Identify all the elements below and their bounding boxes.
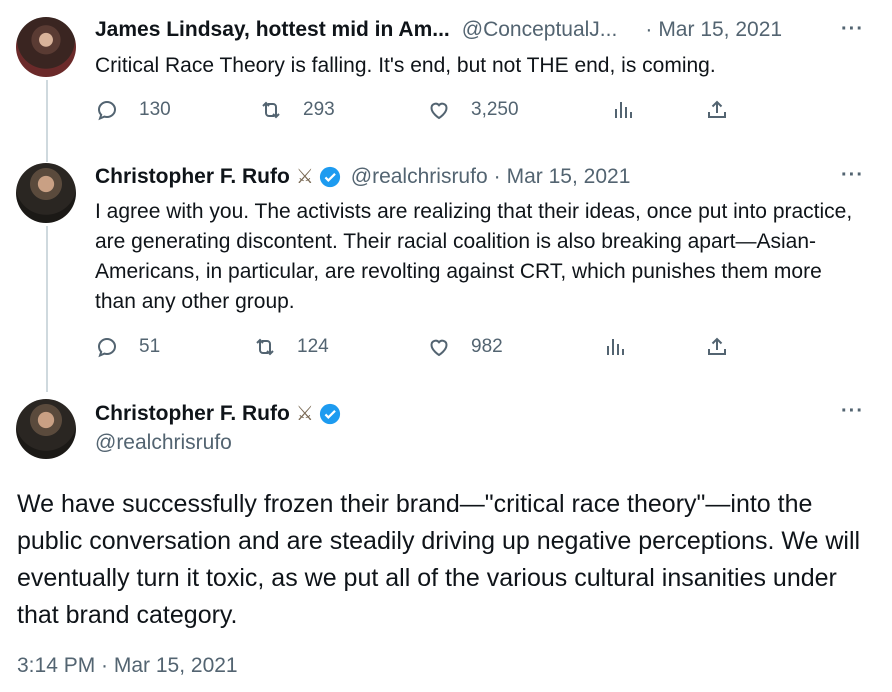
retweet-button[interactable]: 293 xyxy=(259,98,335,122)
retweet-count: 293 xyxy=(303,99,335,120)
author-name[interactable]: Christopher F. Rufo xyxy=(95,402,290,426)
author-handle[interactable]: @realchrisrufo xyxy=(351,165,488,189)
tweet-text: I agree with you. The activists are real… xyxy=(95,200,853,313)
views-icon xyxy=(615,102,632,118)
retweet-icon xyxy=(256,338,274,356)
retweet-button[interactable]: 124 xyxy=(253,335,329,359)
like-icon xyxy=(430,339,448,357)
reply-button[interactable]: 130 xyxy=(95,98,171,122)
avatar[interactable] xyxy=(16,399,76,459)
tweet-date[interactable]: Mar 15, 2021 xyxy=(658,18,782,42)
share-icon xyxy=(708,337,726,355)
like-count: 982 xyxy=(471,336,503,357)
reply-icon xyxy=(97,337,117,358)
thread-connector xyxy=(46,80,48,162)
author-handle[interactable]: @realchrisrufo xyxy=(95,431,232,455)
reply-icon xyxy=(97,100,117,121)
more-options-icon[interactable]: ··· xyxy=(841,18,864,41)
author-name[interactable]: James Lindsay, hottest mid in Am... xyxy=(95,18,450,42)
like-count: 3,250 xyxy=(471,99,519,120)
avatar[interactable] xyxy=(16,163,76,223)
retweet-icon xyxy=(262,101,280,119)
verified-badge-icon xyxy=(319,403,340,424)
tweet-timestamp[interactable]: 3:14 PM · Mar 15, 2021 xyxy=(17,654,238,678)
tweet-header: Christopher F. Rufo ⚔ xyxy=(95,401,341,426)
tweet-header: James Lindsay, hottest mid in Am... @Con… xyxy=(95,18,782,42)
thread-connector xyxy=(46,226,48,392)
like-button[interactable]: 982 xyxy=(427,335,503,359)
more-options-icon[interactable]: ··· xyxy=(841,400,864,423)
crossed-swords-icon: ⚔ xyxy=(295,166,314,188)
share-button[interactable] xyxy=(705,98,749,122)
separator-dot: · xyxy=(645,18,653,41)
reply-count: 130 xyxy=(139,99,171,120)
share-icon xyxy=(708,100,726,118)
tweet-actions: 130 293 3,250 xyxy=(95,98,745,128)
share-button[interactable] xyxy=(705,335,749,359)
separator-dot: · xyxy=(493,164,501,188)
author-handle[interactable]: @ConceptualJ... xyxy=(462,18,618,42)
author-name[interactable]: Christopher F. Rufo xyxy=(95,165,290,189)
tweet-header: Christopher F. Rufo ⚔ @realchrisrufo · M… xyxy=(95,164,630,189)
reply-button[interactable]: 51 xyxy=(95,335,160,359)
tweet-date[interactable]: Mar 15, 2021 xyxy=(507,165,631,189)
retweet-count: 124 xyxy=(297,336,329,357)
main-tweet-text: We have successfully frozen their brand—… xyxy=(17,490,861,629)
more-options-icon[interactable]: ··· xyxy=(841,164,864,187)
views-button[interactable] xyxy=(611,98,655,122)
tweet-actions: 51 124 982 xyxy=(95,335,745,365)
reply-count: 51 xyxy=(139,336,161,357)
crossed-swords-icon: ⚔ xyxy=(295,403,314,425)
like-button[interactable]: 3,250 xyxy=(427,98,519,122)
avatar[interactable] xyxy=(16,17,76,77)
like-icon xyxy=(430,102,448,120)
views-button[interactable] xyxy=(603,335,647,359)
tweet-text: Critical Race Theory is falling. It's en… xyxy=(95,54,716,77)
views-icon xyxy=(607,339,624,355)
verified-badge-icon xyxy=(319,166,340,187)
